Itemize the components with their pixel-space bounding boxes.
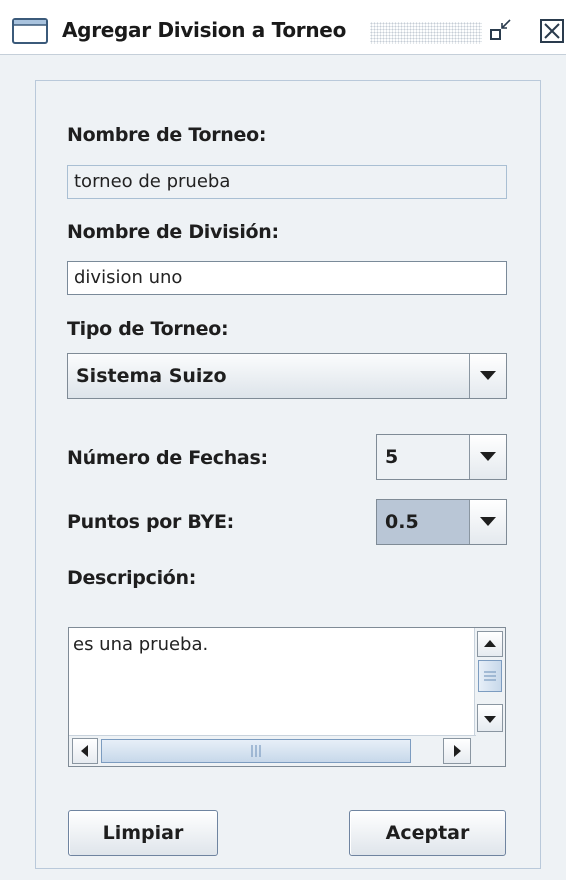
description-textarea[interactable]: es una prueba. [68,627,506,767]
dialog-content: Nombre de Torneo: torneo de prueba Nombr… [0,55,566,880]
bye-points-dropdown-button[interactable] [469,500,506,544]
tournament-name-label: Nombre de Torneo: [67,124,267,146]
arrow-right-icon [454,745,461,757]
scroll-up-button[interactable] [477,631,503,657]
tournament-type-dropdown-button[interactable] [469,354,506,398]
arrow-down-icon [484,716,496,723]
scrollbar-corner [475,736,505,766]
description-text: es una prueba. [73,634,209,655]
division-name-input[interactable]: division uno [67,261,507,295]
title-bar-grip [370,22,482,44]
window-title: Agregar Division a Torneo [62,18,347,42]
horizontal-scrollbar[interactable] [69,735,476,766]
rounds-label: Número de Fechas: [67,447,268,469]
vertical-scroll-thumb[interactable] [478,660,502,692]
close-icon[interactable] [540,18,566,44]
rounds-value: 5 [385,446,399,468]
tournament-type-label: Tipo de Torneo: [67,318,229,340]
window-icon [12,18,48,44]
grip-icon [251,745,261,757]
scroll-left-button[interactable] [72,738,98,764]
scroll-right-button[interactable] [443,738,471,764]
rounds-dropdown-button[interactable] [469,435,506,479]
scroll-down-button[interactable] [477,704,503,732]
grip-icon [484,671,496,681]
arrow-up-icon [484,640,496,647]
description-label: Descripción: [67,567,197,589]
form-panel: Nombre de Torneo: torneo de prueba Nombr… [35,80,541,869]
rounds-select[interactable]: 5 [376,434,507,480]
vertical-scrollbar[interactable] [474,628,505,736]
chevron-down-icon [480,452,496,461]
tournament-name-field: torneo de prueba [67,165,507,199]
bye-points-label: Puntos por BYE: [67,511,234,533]
title-bar[interactable]: Agregar Division a Torneo [0,0,566,55]
tournament-type-select[interactable]: Sistema Suizo [67,353,507,399]
arrow-left-icon [81,745,88,757]
horizontal-scroll-thumb[interactable] [101,739,411,763]
accept-button[interactable]: Aceptar [349,810,506,856]
chevron-down-icon [480,517,496,526]
bye-points-select[interactable]: 0.5 [376,499,507,545]
tournament-type-value: Sistema Suizo [76,365,227,387]
division-name-label: Nombre de División: [67,221,279,243]
restore-icon[interactable] [488,18,514,44]
bye-points-value: 0.5 [377,500,469,544]
chevron-down-icon [480,371,496,380]
clear-button[interactable]: Limpiar [68,810,218,856]
